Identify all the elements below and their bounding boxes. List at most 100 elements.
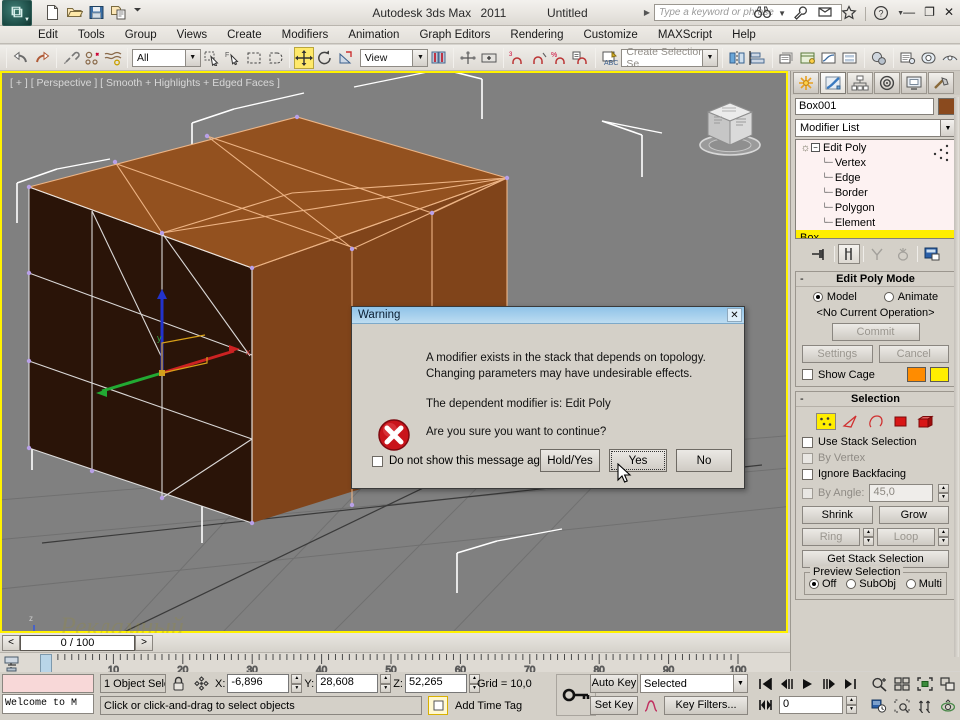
- collapse-minus-icon[interactable]: −: [811, 143, 820, 152]
- preview-subobj-option[interactable]: SubObj: [846, 578, 896, 590]
- animate-radio-option[interactable]: Animate: [883, 291, 938, 303]
- edit-poly-mode-header[interactable]: - Edit Poly Mode: [796, 272, 955, 287]
- use-stack-selection-row[interactable]: Use Stack Selection: [802, 436, 949, 448]
- go-to-start-button[interactable]: [756, 675, 776, 693]
- go-to-end-button[interactable]: [840, 675, 860, 693]
- loop-button[interactable]: Loop: [877, 528, 935, 546]
- element-subobject-button[interactable]: [916, 413, 936, 430]
- stack-item-border[interactable]: └─ Border: [796, 185, 955, 200]
- set-key-button[interactable]: Set Key: [590, 696, 638, 715]
- orbit-button[interactable]: [937, 696, 959, 716]
- motion-tab[interactable]: [874, 72, 900, 94]
- show-end-result-button[interactable]: [837, 244, 860, 264]
- cage-color-swatch-2[interactable]: [930, 367, 949, 382]
- customize-qat-icon[interactable]: [132, 4, 149, 21]
- remove-modifier-button[interactable]: [892, 244, 914, 264]
- close-button[interactable]: ✕: [944, 5, 954, 19]
- menu-item-customize[interactable]: Customize: [573, 26, 647, 44]
- selection-header[interactable]: - Selection: [796, 392, 955, 407]
- preview-off-radio[interactable]: [809, 579, 819, 589]
- maxscript-mini-listener-pink[interactable]: [2, 674, 94, 693]
- menu-item-help[interactable]: Help: [722, 26, 766, 44]
- reference-coordinate-combo[interactable]: View ▼: [359, 48, 429, 67]
- auto-key-button[interactable]: Auto Key: [590, 674, 638, 693]
- warning-dialog[interactable]: Warning ✕ A modifier exists in the stack…: [351, 306, 745, 489]
- search-dropdown-icon[interactable]: ▼: [778, 9, 786, 18]
- restore-button[interactable]: ❐: [924, 5, 935, 19]
- dialog-title-bar[interactable]: Warning ✕: [352, 307, 744, 324]
- graphite-modeling-tools-button[interactable]: [798, 47, 818, 69]
- angle-snap-toggle-button[interactable]: [529, 47, 549, 69]
- menu-item-views[interactable]: Views: [167, 26, 217, 44]
- show-cage-checkbox[interactable]: [802, 369, 813, 380]
- key-filters-curve-icon[interactable]: [641, 696, 661, 715]
- menu-item-modifiers[interactable]: Modifiers: [272, 26, 339, 44]
- add-time-tag-icon[interactable]: [428, 696, 448, 715]
- menu-item-maxscript[interactable]: MAXScript: [648, 26, 722, 44]
- light-bulb-icon[interactable]: ☼: [800, 142, 811, 154]
- select-link-button[interactable]: [61, 47, 81, 69]
- hold-yes-button[interactable]: Hold/Yes: [540, 449, 600, 472]
- by-angle-field[interactable]: 45,0: [869, 484, 933, 502]
- selection-lock-toggle-button[interactable]: [168, 674, 188, 693]
- border-subobject-button[interactable]: [866, 413, 886, 430]
- schematic-view-button[interactable]: [840, 47, 860, 69]
- preview-off-option[interactable]: Off: [809, 578, 836, 590]
- named-selection-set-combo[interactable]: Create Selection Se ▼: [621, 46, 718, 70]
- snaps-toggle-button[interactable]: 3: [508, 47, 528, 69]
- application-button[interactable]: ⧉ ▼: [2, 0, 32, 26]
- object-name-field[interactable]: Box001: [795, 98, 934, 115]
- save-copy-icon[interactable]: [110, 4, 127, 21]
- add-time-tag-label[interactable]: Add Time Tag: [452, 696, 554, 715]
- align-button[interactable]: [748, 47, 768, 69]
- x-coordinate-field[interactable]: -6,896: [227, 674, 290, 693]
- viewcube[interactable]: [692, 93, 768, 163]
- z-coordinate-field[interactable]: 52,265: [404, 674, 467, 693]
- keyboard-shortcut-override-button[interactable]: [479, 47, 499, 69]
- previous-frame-arrow[interactable]: <: [2, 635, 20, 651]
- key-mode-toggle-button[interactable]: [756, 696, 776, 714]
- menu-item-graph-editors[interactable]: Graph Editors: [409, 26, 500, 44]
- wrench-icon[interactable]: [793, 5, 810, 22]
- no-button[interactable]: No: [676, 449, 732, 472]
- rendered-frame-window-button[interactable]: [919, 47, 939, 69]
- render-setup-button[interactable]: [898, 47, 918, 69]
- dialog-close-button[interactable]: ✕: [727, 308, 742, 322]
- zoom-button[interactable]: [868, 674, 890, 694]
- favorites-star-icon[interactable]: [841, 5, 858, 22]
- key-filters-button[interactable]: Key Filters...: [664, 696, 748, 715]
- select-and-rotate-button[interactable]: [315, 47, 335, 69]
- preview-multi-option[interactable]: Multi: [905, 578, 942, 590]
- vertex-subobject-button[interactable]: [815, 413, 836, 430]
- create-tab[interactable]: [793, 72, 819, 94]
- next-frame-arrow[interactable]: >: [135, 635, 153, 651]
- menu-item-animation[interactable]: Animation: [338, 26, 409, 44]
- y-coordinate-field[interactable]: 28,608: [316, 674, 379, 693]
- cancel-button[interactable]: Cancel: [878, 345, 949, 363]
- configure-modifier-sets-button[interactable]: [921, 244, 943, 264]
- zoom-extents-all-button[interactable]: [937, 674, 959, 694]
- communication-center-icon[interactable]: [817, 5, 834, 22]
- layer-manager-button[interactable]: [777, 47, 797, 69]
- settings-button[interactable]: Settings: [802, 345, 873, 363]
- model-radio[interactable]: [812, 292, 823, 302]
- expand-arrow-icon[interactable]: ▶: [644, 8, 650, 17]
- use-pivot-center-button[interactable]: [429, 47, 449, 69]
- menu-item-create[interactable]: Create: [217, 26, 272, 44]
- material-editor-button[interactable]: [869, 47, 889, 69]
- display-tab[interactable]: [901, 72, 927, 94]
- window-crossing-button[interactable]: [265, 47, 285, 69]
- stack-item-box[interactable]: Box: [796, 230, 955, 238]
- field-of-view-button[interactable]: [891, 696, 913, 716]
- bind-space-warp-button[interactable]: [103, 47, 123, 69]
- make-unique-button[interactable]: [867, 244, 889, 264]
- render-production-button[interactable]: [940, 47, 960, 69]
- pan-view-button[interactable]: [914, 696, 936, 716]
- shrink-button[interactable]: Shrink: [802, 506, 873, 524]
- curve-editor-button[interactable]: [819, 47, 839, 69]
- current-frame-field[interactable]: 0: [779, 696, 843, 714]
- select-object-button[interactable]: [202, 47, 222, 69]
- grow-button[interactable]: Grow: [878, 506, 949, 524]
- polygon-subobject-button[interactable]: [891, 413, 911, 430]
- undo-button[interactable]: [11, 47, 31, 69]
